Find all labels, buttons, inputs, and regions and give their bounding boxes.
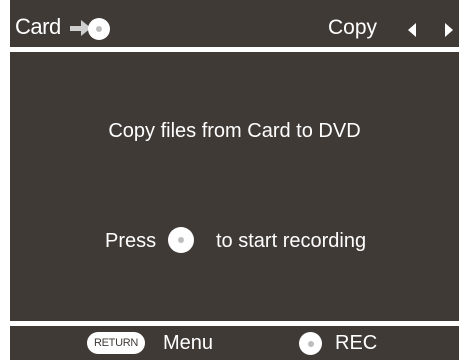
rec-disc-icon	[168, 227, 194, 253]
source-label: Card	[15, 14, 61, 39]
return-button[interactable]: RETURN	[87, 332, 145, 354]
screen: Card Copy Copy files from Card to DVD Pr…	[0, 0, 459, 360]
chevron-left-icon[interactable]	[408, 23, 416, 37]
footer-divider	[10, 321, 459, 326]
rec-label: REC	[335, 332, 378, 354]
header-bar: Card Copy	[10, 10, 459, 48]
instruction-text: Copy files from Card to DVD	[108, 120, 361, 142]
mode-label: Copy	[328, 16, 378, 39]
rec-button-icon[interactable]	[299, 332, 322, 355]
menu-label: Menu	[163, 332, 214, 354]
disc-icon	[88, 18, 110, 40]
osd-panel	[10, 0, 459, 360]
press-word: Press	[105, 230, 157, 252]
header-divider	[10, 47, 459, 52]
chevron-right-icon[interactable]	[445, 23, 453, 37]
press-after-text: to start recording	[216, 230, 367, 252]
